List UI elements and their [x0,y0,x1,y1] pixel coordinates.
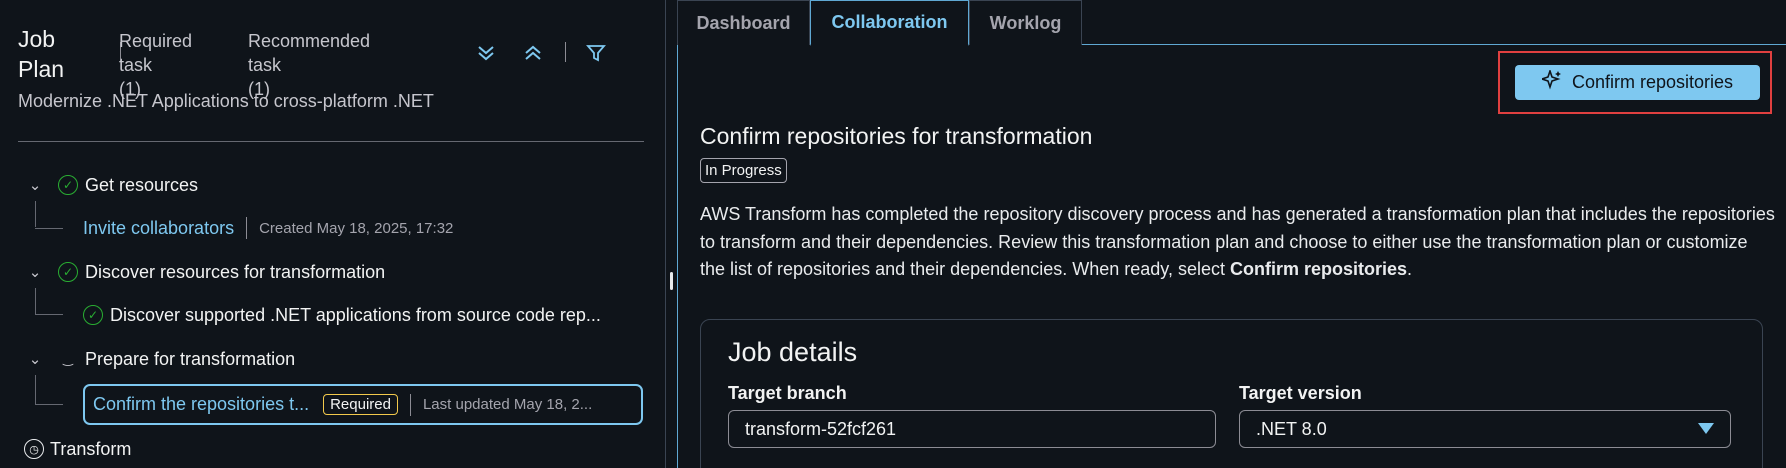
tree-line [35,375,36,404]
divider [409,393,411,416]
tab-worklog[interactable]: Worklog [969,0,1082,45]
caret-down-icon[interactable] [1698,423,1714,434]
target-version-label: Target version [1239,383,1362,403]
description-text: AWS Transform has completed the reposito… [700,201,1775,284]
status-badge: In Progress [700,158,787,183]
tree-line [35,404,63,405]
chevron-down-icon[interactable]: ⌄ [24,176,46,194]
confirm-repositories-label: Confirm repositories [1571,72,1734,92]
tree-item-label: Discover resources for transformation [85,261,386,282]
tab-bar: Dashboard Collaboration Worklog [677,0,1786,46]
tree-item-invite-collaborators[interactable]: Invite collaborators Created May 18, 202… [83,212,453,244]
panel-resize-handle[interactable] [665,0,677,468]
required-task-label: Required task [119,31,193,75]
target-branch-label: Target branch [728,383,847,403]
target-version-value: .NET 8.0 [1256,418,1327,439]
chevron-down-icon[interactable]: ⌄ [24,263,46,281]
target-branch-input[interactable]: transform-52fcf261 [728,410,1216,448]
main-panel: Dashboard Collaboration Worklog Confirm … [677,0,1786,468]
collapse-all-icon[interactable] [521,42,545,66]
header-divider [565,42,566,62]
tree-line [35,288,36,314]
card-title: Job details [728,337,858,367]
tab-dashboard[interactable]: Dashboard [677,0,810,45]
recommended-task-label: Recommended task [248,31,371,75]
confirm-repositories-link[interactable]: Confirm the repositories t... [93,394,309,415]
target-version-select[interactable]: .NET 8.0 [1239,410,1731,448]
confirm-repositories-button[interactable]: Confirm repositories [1515,65,1760,100]
sparkle-icon [1539,67,1562,96]
tree-item-discover-supported[interactable]: ✓ Discover supported .NET applications f… [83,299,601,331]
tree-item-confirm-repositories[interactable]: Confirm the repositories t... Required L… [83,384,643,425]
divider [246,217,248,239]
updated-timestamp: Last updated May 18, 2... [422,396,593,413]
tree-line [35,228,63,229]
spinner-icon: ‿ [63,352,73,366]
job-plan-panel: Job Plan Required task (1) Recommended t… [0,0,665,468]
check-circle-icon: ✓ [83,305,103,325]
clock-icon: ◷ [24,439,44,459]
divider [18,141,644,142]
target-branch-value: transform-52fcf261 [745,418,897,439]
tree-line [35,201,36,227]
check-circle-icon: ✓ [58,262,78,282]
check-circle-icon: ✓ [58,175,78,195]
chevron-down-icon[interactable]: ⌄ [24,350,46,368]
resize-grip-icon[interactable] [670,272,673,290]
collaboration-content: Confirm repositories Confirm repositorie… [677,45,1786,468]
page-title: Job Plan [18,26,65,82]
created-timestamp: Created May 18, 2025, 17:32 [259,219,454,237]
tree-item-transform[interactable]: ◷ Transform [20,433,131,465]
job-subtitle: Modernize .NET Applications to cross-pla… [18,91,434,111]
filter-icon[interactable] [584,42,608,66]
tree-line [35,314,63,315]
tree-item-label: Get resources [85,174,199,195]
required-badge: Required [323,394,398,415]
tree-item-discover-resources[interactable]: ⌄ ✓ Discover resources for transformatio… [18,256,385,288]
section-heading: Confirm repositories for transformation [700,123,1093,149]
tree-item-prepare[interactable]: ⌄ ‿ Prepare for transformation [18,343,295,375]
job-details-card: Job details Target branch transform-52fc… [700,319,1763,468]
tab-collaboration[interactable]: Collaboration [810,0,969,46]
highlight-box: Confirm repositories [1498,51,1772,114]
tree-item-label: Transform [50,438,132,459]
tree-item-label: Discover supported .NET applications fro… [110,304,601,325]
description-emphasis: Confirm repositories [1229,259,1407,279]
expand-all-icon[interactable] [474,42,498,66]
tree-item-label: Prepare for transformation [85,348,296,369]
invite-collaborators-link[interactable]: Invite collaborators [83,218,234,239]
description-end: . [1407,259,1413,279]
tree-item-get-resources[interactable]: ⌄ ✓ Get resources [18,169,198,201]
